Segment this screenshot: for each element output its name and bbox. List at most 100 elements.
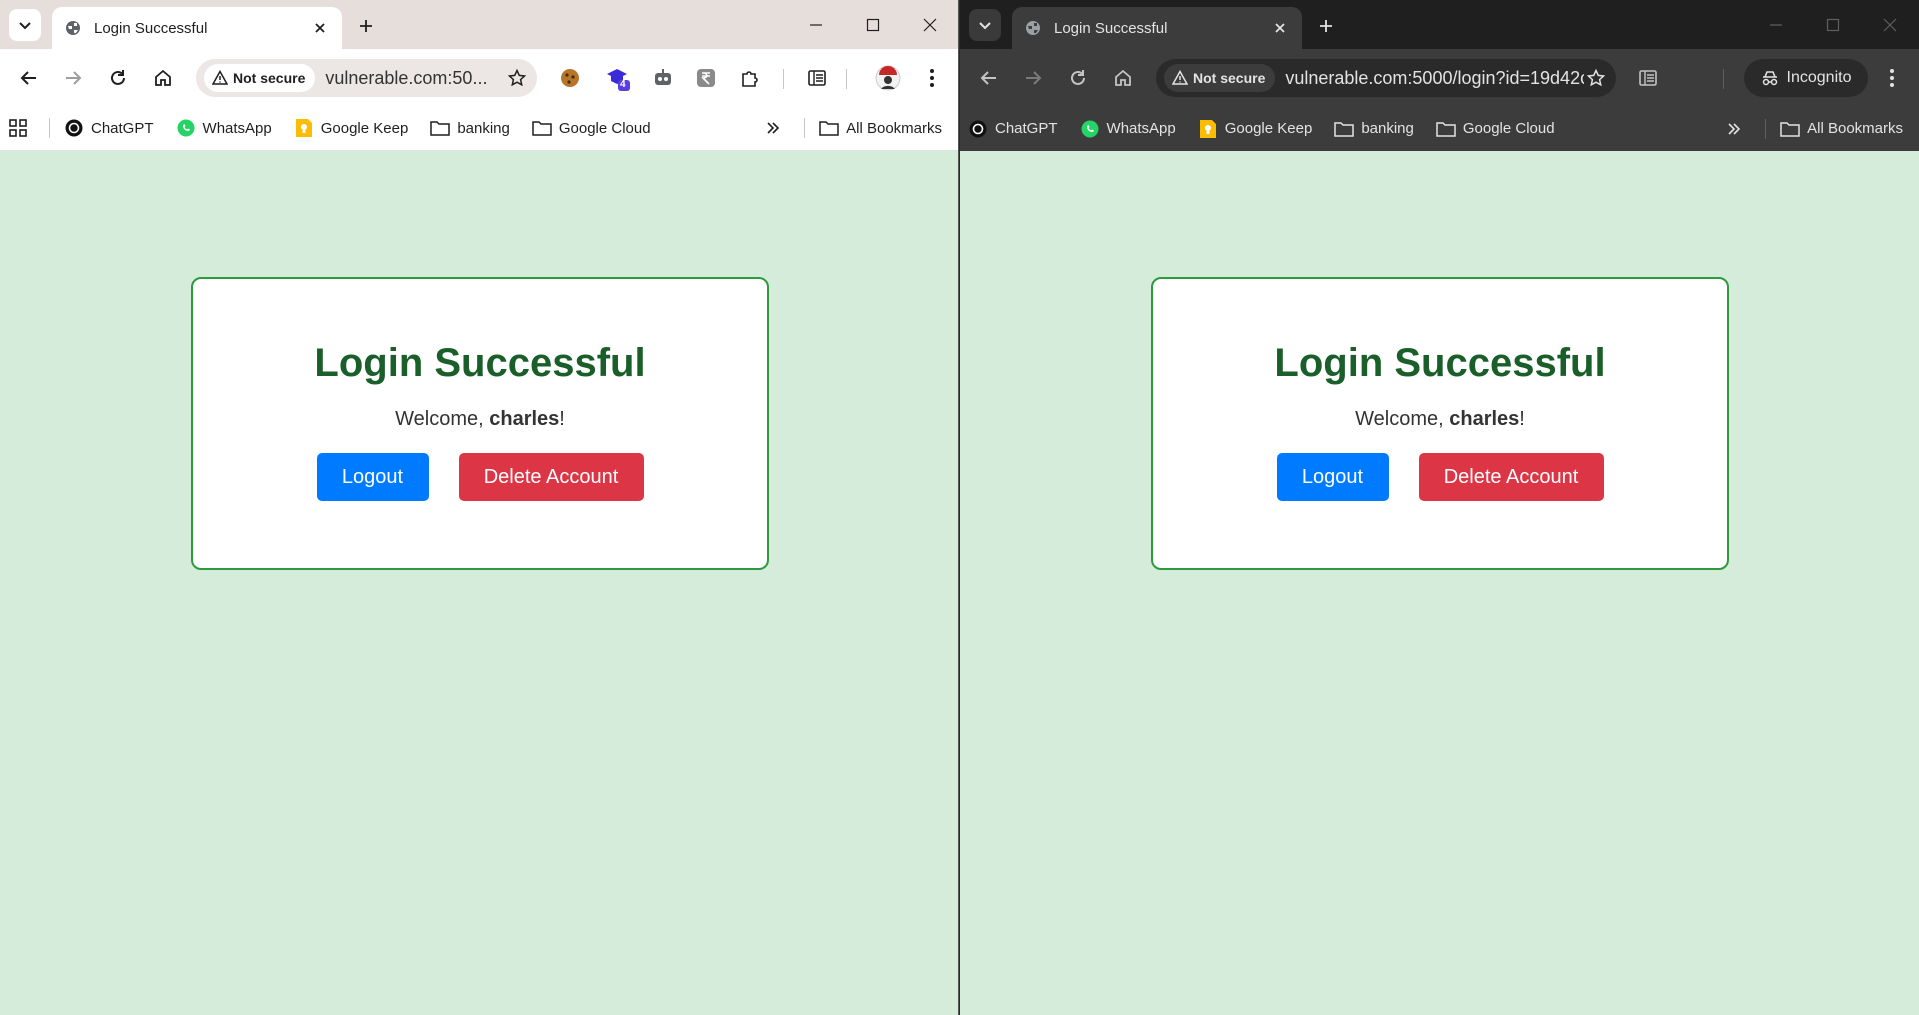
plus-icon xyxy=(360,20,372,32)
not-secure-label: Not secure xyxy=(233,70,306,86)
incognito-indicator[interactable]: Incognito xyxy=(1744,59,1868,97)
menu-kebab-icon[interactable] xyxy=(917,63,947,93)
reload-button[interactable] xyxy=(1063,63,1093,93)
minimize-icon xyxy=(810,23,822,26)
minimize-button[interactable] xyxy=(1748,0,1804,49)
maximize-button[interactable] xyxy=(1805,0,1861,49)
tab-search-button[interactable] xyxy=(969,9,1001,41)
tab-title: Login Successful xyxy=(1054,19,1168,37)
home-icon xyxy=(155,69,171,86)
bookmark-label: banking xyxy=(457,119,510,137)
all-bookmarks-folder[interactable]: All Bookmarks xyxy=(819,118,942,138)
toolbar: Not secure vulnerable.com:50... 4 xyxy=(0,49,958,106)
reload-icon xyxy=(111,70,125,85)
puzzle-extensions-icon[interactable] xyxy=(735,63,765,93)
close-window-button[interactable] xyxy=(902,0,958,49)
chevron-down-icon xyxy=(19,22,31,30)
more-bookmarks-button[interactable] xyxy=(1724,119,1751,139)
reload-button[interactable] xyxy=(103,63,133,93)
delete-account-button[interactable]: Delete Account xyxy=(1418,453,1604,501)
all-bookmarks-label: All Bookmarks xyxy=(846,119,942,137)
forward-button[interactable] xyxy=(58,63,88,93)
logout-button[interactable]: Logout xyxy=(316,453,429,501)
apps-grid-icon xyxy=(8,118,28,138)
url-text[interactable]: vulnerable.com:50... xyxy=(325,68,505,89)
reading-list-icon[interactable] xyxy=(802,63,832,93)
close-tab-icon[interactable] xyxy=(310,18,330,38)
globe-icon xyxy=(64,19,82,37)
all-bookmarks-folder[interactable]: All Bookmarks xyxy=(1780,119,1903,139)
bookmark-whatsapp[interactable]: WhatsApp xyxy=(1080,119,1176,139)
robot-extension-icon[interactable] xyxy=(648,63,678,93)
bookmark-label: banking xyxy=(1361,120,1414,137)
bookmark-label: WhatsApp xyxy=(202,119,272,137)
close-tab-icon[interactable] xyxy=(1270,18,1290,38)
security-chip[interactable]: Not secure xyxy=(204,64,316,92)
url-text[interactable]: vulnerable.com:5000/login?id=19d42c... xyxy=(1285,68,1584,89)
login-success-card: Login Successful Welcome, charles! Logou… xyxy=(191,277,769,570)
security-chip[interactable]: Not secure xyxy=(1164,64,1276,92)
reload-icon xyxy=(1071,70,1085,85)
address-bar[interactable]: Not secure vulnerable.com:5000/login?id=… xyxy=(1156,59,1616,97)
rupee-extension-icon[interactable] xyxy=(691,63,721,93)
bookmark-divider xyxy=(804,118,806,138)
bookmark-chatgpt[interactable]: ChatGPT xyxy=(64,118,154,138)
bookmark-folder-google-cloud[interactable]: Google Cloud xyxy=(1436,119,1555,139)
chatgpt-icon xyxy=(64,118,84,138)
close-window-button[interactable] xyxy=(1862,0,1918,49)
new-tab-button[interactable] xyxy=(352,12,380,40)
delete-account-button[interactable]: Delete Account xyxy=(458,453,644,501)
warning-icon xyxy=(212,70,228,85)
more-bookmarks-button[interactable] xyxy=(763,118,790,138)
home-button[interactable] xyxy=(1108,63,1138,93)
menu-kebab-icon[interactable] xyxy=(1877,63,1907,93)
minimize-button[interactable] xyxy=(788,0,844,49)
page-content: Login Successful Welcome, charles! Logou… xyxy=(0,151,958,1015)
tab-login-successful[interactable]: Login Successful xyxy=(52,7,342,49)
bookmark-chatgpt[interactable]: ChatGPT xyxy=(968,119,1058,139)
bookmarks-bar: ChatGPT WhatsApp Google Keep banking Goo… xyxy=(0,106,958,151)
cookie-extension-icon[interactable] xyxy=(555,63,585,93)
bookmark-label: Google Keep xyxy=(1224,120,1313,137)
reading-list-icon[interactable] xyxy=(1633,63,1663,93)
folder-icon xyxy=(430,118,451,138)
apps-button[interactable] xyxy=(8,118,35,138)
bookmark-whatsapp[interactable]: WhatsApp xyxy=(176,118,272,138)
bookmark-google-keep[interactable]: Google Keep xyxy=(1198,119,1313,139)
logout-button[interactable]: Logout xyxy=(1276,453,1389,501)
bookmark-folder-banking[interactable]: banking xyxy=(1334,119,1414,139)
toolbar: Not secure vulnerable.com:5000/login?id=… xyxy=(960,49,1919,106)
tab-title: Login Successful xyxy=(94,19,208,37)
home-icon xyxy=(1115,69,1131,86)
profile-avatar[interactable] xyxy=(873,63,903,93)
bookmark-label: ChatGPT xyxy=(995,120,1058,137)
maximize-button[interactable] xyxy=(845,0,901,49)
bookmark-google-keep[interactable]: Google Keep xyxy=(294,118,408,138)
minimize-icon xyxy=(1770,23,1782,26)
new-tab-button[interactable] xyxy=(1312,12,1340,40)
bookmark-label: ChatGPT xyxy=(91,119,154,137)
bookmark-folder-banking[interactable]: banking xyxy=(430,118,510,138)
whatsapp-icon xyxy=(1080,119,1100,139)
chevron-down-icon xyxy=(979,22,991,30)
home-button[interactable] xyxy=(148,63,178,93)
tab-search-button[interactable] xyxy=(9,9,41,41)
tab-login-successful[interactable]: Login Successful xyxy=(1012,7,1302,49)
page-heading: Login Successful xyxy=(314,341,646,385)
tab-strip: Login Successful xyxy=(0,0,958,49)
forward-button[interactable] xyxy=(1018,63,1048,93)
back-button[interactable] xyxy=(974,63,1004,93)
bookmark-label: Google Cloud xyxy=(558,119,651,137)
bookmark-star-icon[interactable] xyxy=(505,66,529,90)
graduation-cap-extension-icon[interactable]: 4 xyxy=(603,63,633,93)
back-button[interactable] xyxy=(14,63,44,93)
incognito-label: Incognito xyxy=(1786,69,1852,86)
double-chevron-icon xyxy=(763,118,783,138)
address-bar[interactable]: Not secure vulnerable.com:50... xyxy=(196,59,537,97)
page-heading: Login Successful xyxy=(1274,341,1606,385)
bookmark-star-icon[interactable] xyxy=(1584,66,1608,90)
username: charles xyxy=(489,408,560,430)
bookmark-folder-google-cloud[interactable]: Google Cloud xyxy=(532,118,651,138)
browser-window-normal: Login Successful Not secure vulnerable.c… xyxy=(0,0,959,1015)
not-secure-label: Not secure xyxy=(1193,70,1266,86)
